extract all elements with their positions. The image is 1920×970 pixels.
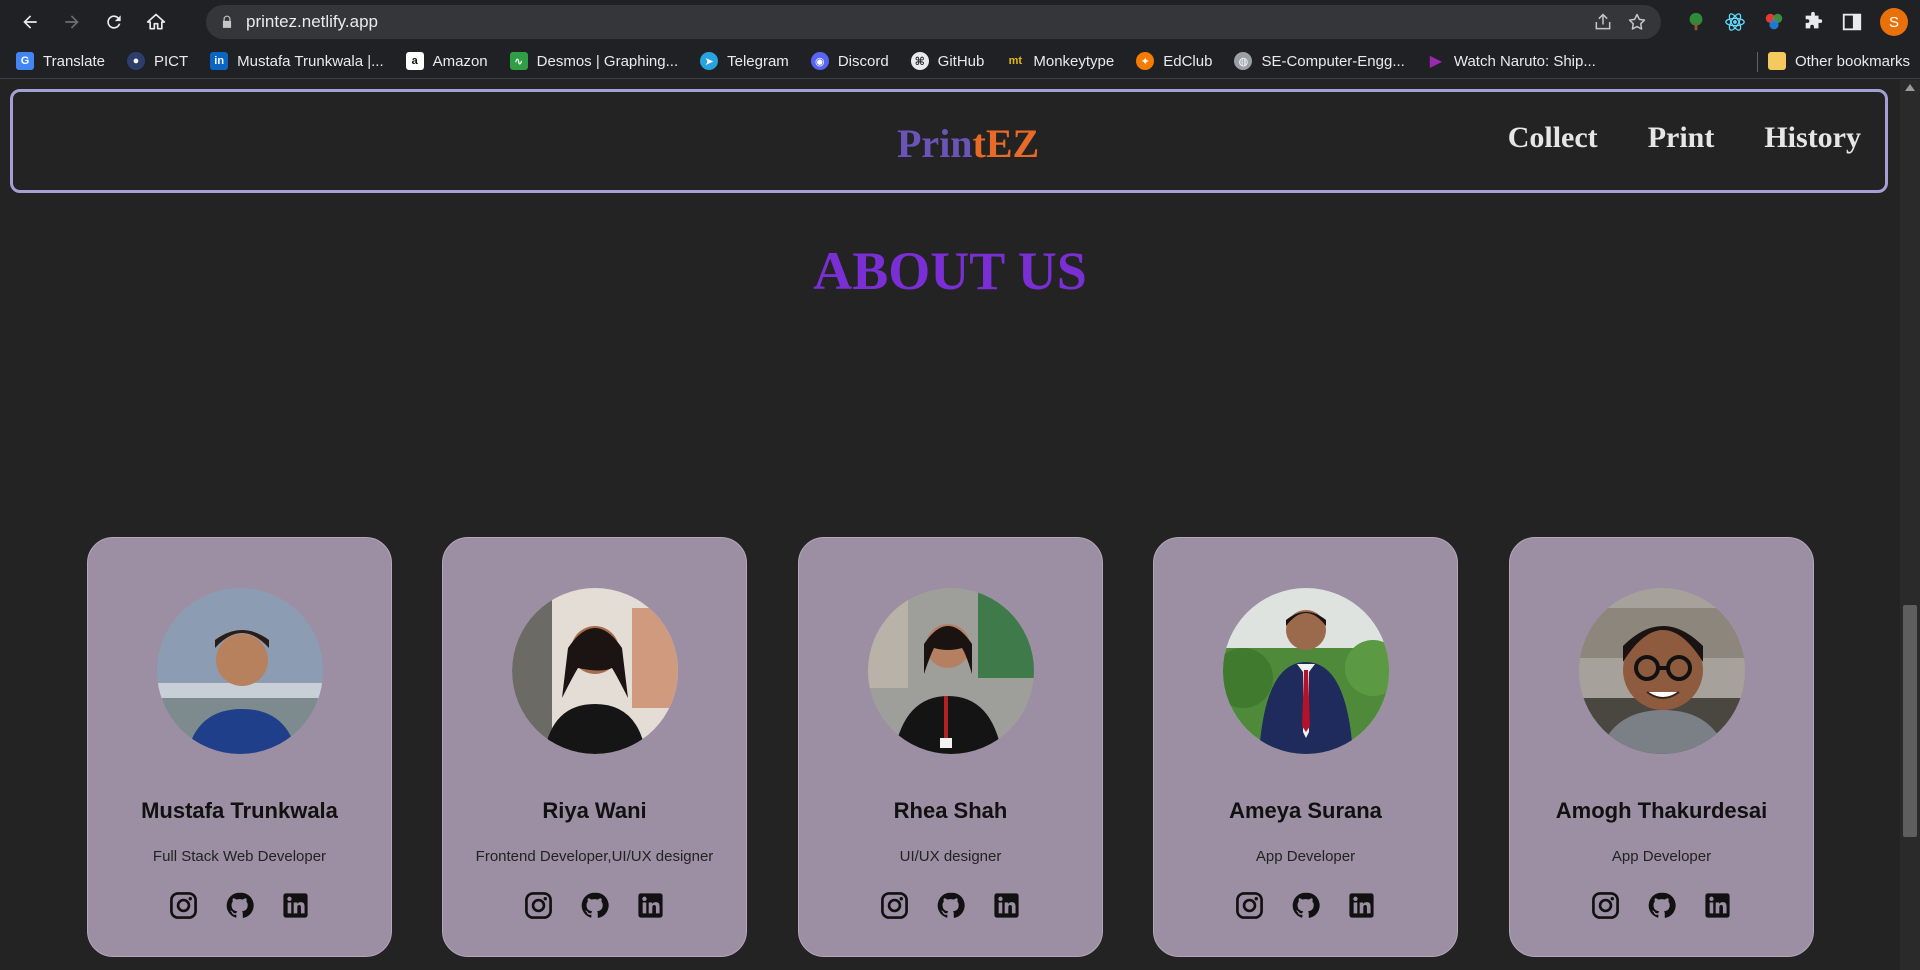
back-button[interactable] [12, 4, 48, 40]
bookmark-naruto[interactable]: ▶ Watch Naruto: Ship... [1427, 52, 1596, 71]
bookmark-amazon[interactable]: a Amazon [405, 52, 488, 70]
telegram-icon: ➤ [700, 52, 719, 70]
github-icon: ⌘ [910, 52, 929, 70]
member-name: Amogh Thakurdesai [1555, 798, 1768, 823]
instagram-icon[interactable] [880, 891, 909, 920]
github-icon[interactable] [225, 891, 254, 920]
url-text: printez.netlify.app [246, 12, 378, 31]
nav-history[interactable]: History [1764, 121, 1861, 155]
bookmark-desmos[interactable]: ∿ Desmos | Graphing... [509, 52, 678, 70]
pict-icon: ● [126, 52, 145, 70]
reload-icon [107, 15, 121, 29]
star-icon[interactable] [1627, 12, 1647, 32]
bookmark-discord[interactable]: ◉ Discord [810, 52, 889, 70]
share-icon[interactable] [1593, 12, 1613, 32]
edclub-icon: ✦ [1136, 52, 1155, 70]
discord-icon: ◉ [810, 52, 829, 70]
arrow-left-icon [23, 15, 37, 29]
team-card: Rhea Shah UI/UX designer [798, 537, 1103, 957]
linkedin-icon: in [210, 52, 229, 70]
github-icon[interactable] [1647, 891, 1676, 920]
react-devtools-icon[interactable] [1724, 11, 1746, 33]
avatar [157, 588, 323, 754]
arrow-right-icon [65, 15, 79, 29]
page-scrollbar[interactable] [1900, 80, 1920, 970]
linkedin-icon[interactable] [1347, 891, 1376, 920]
globe-icon: ◍ [1234, 52, 1253, 70]
team-card: Ameya Surana App Developer [1153, 537, 1458, 957]
linkedin-icon[interactable] [636, 891, 665, 920]
home-button[interactable] [138, 4, 174, 40]
color-picker-extension-icon[interactable] [1763, 11, 1785, 33]
member-role: App Developer [1611, 848, 1712, 865]
nav-collect[interactable]: Collect [1508, 121, 1598, 155]
bookmark-monkeytype[interactable]: mt Monkeytype [1006, 52, 1115, 70]
team-card: Mustafa Trunkwala Full Stack Web Develop… [87, 537, 392, 957]
member-role: Full Stack Web Developer [152, 848, 327, 865]
team-card: Amogh Thakurdesai App Developer [1509, 537, 1814, 957]
folder-icon [1767, 52, 1786, 70]
member-name: Rhea Shah [893, 798, 1008, 823]
scroll-up-arrow-icon[interactable] [1905, 84, 1915, 91]
play-icon: ▶ [1429, 53, 1442, 70]
side-panel-icon[interactable] [1841, 11, 1863, 33]
member-name: Mustafa Trunkwala [141, 798, 338, 823]
member-role: Frontend Developer,UI/UX designer [475, 848, 714, 865]
home-icon [146, 13, 166, 30]
bookmark-github[interactable]: ⌘ GitHub [910, 52, 984, 70]
github-icon[interactable] [936, 891, 965, 920]
site-logo[interactable]: PrintEZ [897, 120, 1039, 167]
avatar [868, 588, 1034, 754]
browser-toolbar: printez.netlify.app S [0, 0, 1920, 44]
page-viewport: PrintEZ Collect Print History ABOUT US M… [0, 80, 1920, 970]
bookmark-edclub[interactable]: ✦ EdClub [1136, 52, 1212, 70]
instagram-icon[interactable] [1591, 891, 1620, 920]
bookmark-translate[interactable]: G Translate [16, 52, 105, 70]
scrollbar-thumb[interactable] [1903, 605, 1917, 837]
member-name: Riya Wani [542, 798, 647, 823]
tree-extension-icon[interactable] [1685, 11, 1707, 33]
reload-button[interactable] [96, 4, 132, 40]
instagram-icon[interactable] [169, 891, 198, 920]
linkedin-icon[interactable] [1703, 891, 1732, 920]
bookmarks-divider [1757, 52, 1758, 72]
forward-button[interactable] [54, 4, 90, 40]
translate-icon: G [16, 52, 34, 70]
desmos-icon: ∿ [509, 52, 528, 70]
bookmark-linkedin[interactable]: in Mustafa Trunkwala |... [210, 52, 384, 70]
nav-print[interactable]: Print [1648, 121, 1715, 155]
bookmark-telegram[interactable]: ➤ Telegram [700, 52, 789, 70]
monkeytype-icon: mt [1008, 55, 1023, 67]
bookmark-se-computer[interactable]: ◍ SE-Computer-Engg... [1234, 52, 1405, 70]
about-us-heading: ABOUT US [813, 241, 1087, 301]
address-bar[interactable]: printez.netlify.app [206, 5, 1661, 39]
member-name: Ameya Surana [1229, 798, 1382, 823]
github-icon[interactable] [1291, 891, 1320, 920]
linkedin-icon[interactable] [281, 891, 310, 920]
github-icon[interactable] [580, 891, 609, 920]
bookmarks-bar: G Translate ● PICT in Mustafa Trunkwala |..… [0, 44, 1920, 79]
avatar [512, 588, 678, 754]
lock-icon [222, 15, 232, 28]
site-navbar: PrintEZ Collect Print History [10, 89, 1888, 193]
team-card: Riya Wani Frontend Developer,UI/UX desig… [442, 537, 747, 957]
other-bookmarks[interactable]: Other bookmarks [1767, 52, 1910, 70]
puzzle-icon[interactable] [1802, 11, 1824, 33]
amazon-icon: a [405, 52, 424, 70]
member-role: UI/UX designer [899, 848, 1002, 865]
avatar [1223, 588, 1389, 754]
bookmark-pict[interactable]: ● PICT [126, 52, 188, 70]
linkedin-icon[interactable] [992, 891, 1021, 920]
avatar [1579, 588, 1745, 754]
profile-avatar[interactable]: S [1880, 8, 1908, 36]
instagram-icon[interactable] [524, 891, 553, 920]
member-role: App Developer [1255, 848, 1356, 865]
instagram-icon[interactable] [1235, 891, 1264, 920]
